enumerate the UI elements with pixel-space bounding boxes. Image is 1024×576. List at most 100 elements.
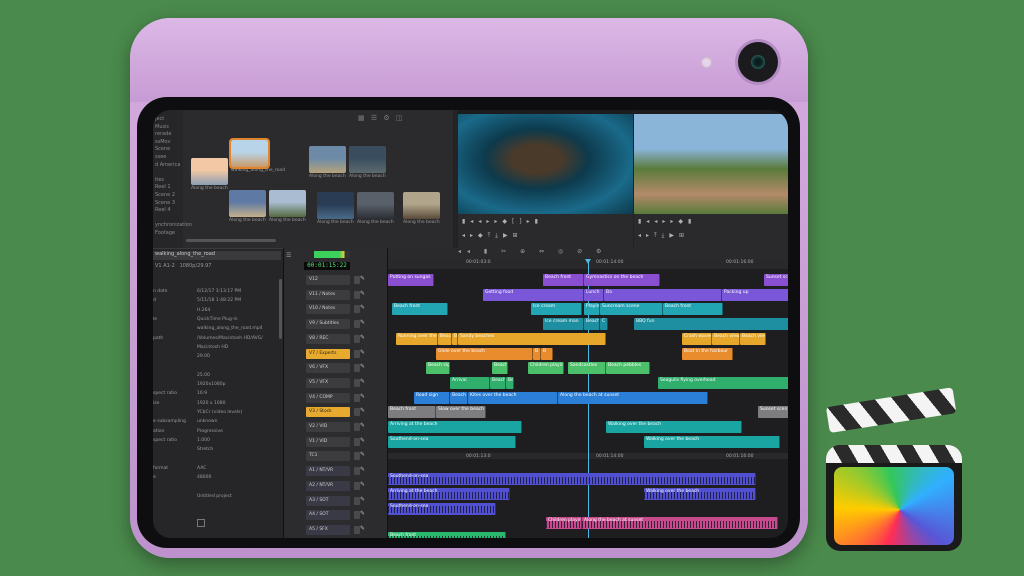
- video-clip[interactable]: Packing up: [722, 288, 788, 301]
- video-clip[interactable]: Kites over the beach: [468, 391, 558, 404]
- video-clip[interactable]: Beach: [492, 362, 508, 375]
- audio-clip[interactable]: Along the beach at sunset: [582, 517, 778, 530]
- video-clip[interactable]: Gymnastics on the beach: [584, 274, 660, 286]
- inspector-scrollbar[interactable]: [279, 279, 282, 339]
- video-clip[interactable]: Beach view: [712, 332, 740, 345]
- bin-item[interactable]: ssee: [155, 154, 166, 160]
- video-clip[interactable]: Beach front: [663, 303, 723, 316]
- audio-clip[interactable]: Beach front: [388, 531, 506, 538]
- video-clip[interactable]: Walking over the beach: [606, 421, 742, 433]
- timeline[interactable]: ◂◂ ▮ ✂ ⊕ ⇔ ◎ ⊘ ⚙ 00:01:03:0 00:01:14:00 00…: [387, 248, 788, 538]
- pencil-icon[interactable]: ✎: [360, 393, 365, 400]
- timeline-menu-icon[interactable]: ☰: [286, 252, 291, 259]
- audio-clip[interactable]: Arriving at the beach: [388, 487, 510, 500]
- video-clip[interactable]: Ice cream: [531, 303, 582, 316]
- audio-clip[interactable]: Southend-on-sea: [388, 473, 756, 486]
- bin-item[interactable]: ynchronization: [155, 222, 192, 228]
- pencil-icon[interactable]: ✎: [360, 349, 365, 356]
- video-clip[interactable]: Beach view: [740, 332, 766, 345]
- pencil-icon[interactable]: ✎: [360, 422, 365, 429]
- video-clip[interactable]: Ba: [604, 288, 722, 301]
- media-clip[interactable]: Along the beach: [403, 192, 440, 226]
- pencil-icon[interactable]: ✎: [360, 525, 365, 532]
- track-header[interactable]: V2 / VID ✎: [284, 421, 388, 433]
- track-header[interactable]: A4 / SOT ✎: [284, 509, 388, 521]
- video-clip[interactable]: Slow over the beach: [436, 406, 486, 419]
- track-header[interactable]: V3 / Stock ✎: [284, 406, 388, 418]
- bin-item[interactable]: Footage: [155, 230, 175, 236]
- media-clip[interactable]: Along the beach: [349, 146, 386, 180]
- pencil-icon[interactable]: ✎: [360, 407, 365, 414]
- video-clip[interactable]: BBQ fun: [634, 318, 788, 331]
- video-clip[interactable]: Boat in the harbour: [682, 347, 733, 360]
- track-header[interactable]: TC1 ✎: [284, 450, 388, 462]
- audio-clip[interactable]: Southend-on-sea: [388, 502, 496, 515]
- video-clip[interactable]: Arriving at the beach: [388, 421, 522, 433]
- video-clip[interactable]: B: [541, 347, 553, 360]
- audio-clip[interactable]: Walking over the beach: [644, 487, 756, 500]
- video-clip[interactable]: Ice cream man: [543, 318, 584, 331]
- pencil-icon[interactable]: ✎: [360, 304, 365, 311]
- track-header[interactable]: A1 / NT/VR ✎: [284, 465, 388, 477]
- track-header[interactable]: V5 / VFX ✎: [284, 377, 388, 389]
- media-clip[interactable]: Along the beach: [317, 192, 354, 226]
- track-header[interactable]: A2 / NT/VR ✎: [284, 480, 388, 492]
- video-clip[interactable]: Sunset scre: [764, 274, 788, 286]
- pencil-icon[interactable]: ✎: [360, 275, 365, 282]
- track-header[interactable]: V1 / VID ✎: [284, 436, 388, 448]
- track-header[interactable]: V10 / Notes ✎: [284, 303, 388, 315]
- video-clip[interactable]: Beach: [450, 391, 468, 404]
- bin-item[interactable]: Scene: [155, 146, 170, 152]
- bin-item[interactable]: rerade: [155, 131, 171, 137]
- track-header[interactable]: A3 / SOT ✎: [284, 495, 388, 507]
- video-clip[interactable]: Beach front: [543, 274, 584, 286]
- video-clip[interactable]: Road sign: [414, 391, 450, 404]
- pencil-icon[interactable]: ✎: [360, 363, 365, 370]
- pencil-icon[interactable]: ✎: [360, 290, 365, 297]
- source-transport-controls[interactable]: ▮◂◂▸▸◆[]▸▮: [462, 218, 543, 225]
- track-header[interactable]: V7 / Experts ✎: [284, 348, 388, 360]
- media-clip[interactable]: Along the beach: [229, 190, 266, 224]
- browser-view-icons[interactable]: ▦ ☰ ⚙ ◫: [358, 114, 404, 122]
- bin-item[interactable]: ject: [155, 116, 164, 122]
- bin-item[interactable]: d America: [155, 162, 180, 168]
- track-header[interactable]: V6 / VFX ✎: [284, 362, 388, 374]
- pencil-icon[interactable]: ✎: [360, 496, 365, 503]
- video-clip[interactable]: B: [533, 347, 541, 360]
- video-clip[interactable]: Along the beach at sunset: [558, 391, 708, 404]
- video-clip[interactable]: Beach front: [392, 303, 448, 316]
- media-clip[interactable]: walking_along_the_road: [229, 138, 285, 174]
- track-header[interactable]: V9 / Subtitles ✎: [284, 318, 388, 330]
- video-clip[interactable]: Beach sign: [426, 362, 450, 375]
- browser-scrollbar[interactable]: [186, 239, 276, 242]
- bin-item[interactable]: ssMov: [155, 139, 171, 145]
- track-header[interactable]: A5 / SFX ✎: [284, 524, 388, 536]
- track-header[interactable]: V8 / REC ✎: [284, 333, 388, 345]
- track-header[interactable]: V4 / COMP ✎: [284, 392, 388, 404]
- video-clip[interactable]: Beach: [584, 318, 600, 331]
- video-clip[interactable]: Running over the s: [396, 332, 438, 345]
- video-clip[interactable]: Getting food: [483, 288, 584, 301]
- pencil-icon[interactable]: ✎: [360, 437, 365, 444]
- video-clip[interactable]: Sandcastles: [568, 362, 606, 375]
- timeline-toolbar[interactable]: ◂◂ ▮ ✂ ⊕ ⇔ ◎ ⊘ ⚙: [388, 248, 788, 259]
- video-clip[interactable]: Crash waves: [682, 332, 712, 345]
- video-clip[interactable]: Glide over the beach: [436, 347, 533, 360]
- bin-item[interactable]: ites: [155, 177, 164, 183]
- video-clip[interactable]: C: [600, 318, 608, 331]
- bin-item[interactable]: Reel 1: [155, 184, 171, 190]
- bin-item[interactable]: Scene 2: [155, 192, 175, 198]
- track-header[interactable]: V12 ✎: [284, 274, 388, 286]
- pencil-icon[interactable]: ✎: [360, 334, 365, 341]
- bin-item[interactable]: Music: [155, 124, 169, 130]
- pencil-icon[interactable]: ✎: [360, 319, 365, 326]
- video-clip[interactable]: Sunset scen: [758, 406, 788, 419]
- video-clip[interactable]: Beach: [490, 376, 506, 389]
- bin-item[interactable]: Scene 3: [155, 200, 175, 206]
- video-clip[interactable]: Be: [506, 376, 514, 389]
- media-clip[interactable]: Along the beach: [191, 158, 228, 192]
- pencil-icon[interactable]: ✎: [360, 378, 365, 385]
- pencil-icon[interactable]: ✎: [360, 451, 365, 458]
- record-transport-controls[interactable]: ▮◂◂▸▸◆▮: [638, 218, 696, 225]
- video-clip[interactable]: Seagulls flying overhead: [658, 376, 788, 389]
